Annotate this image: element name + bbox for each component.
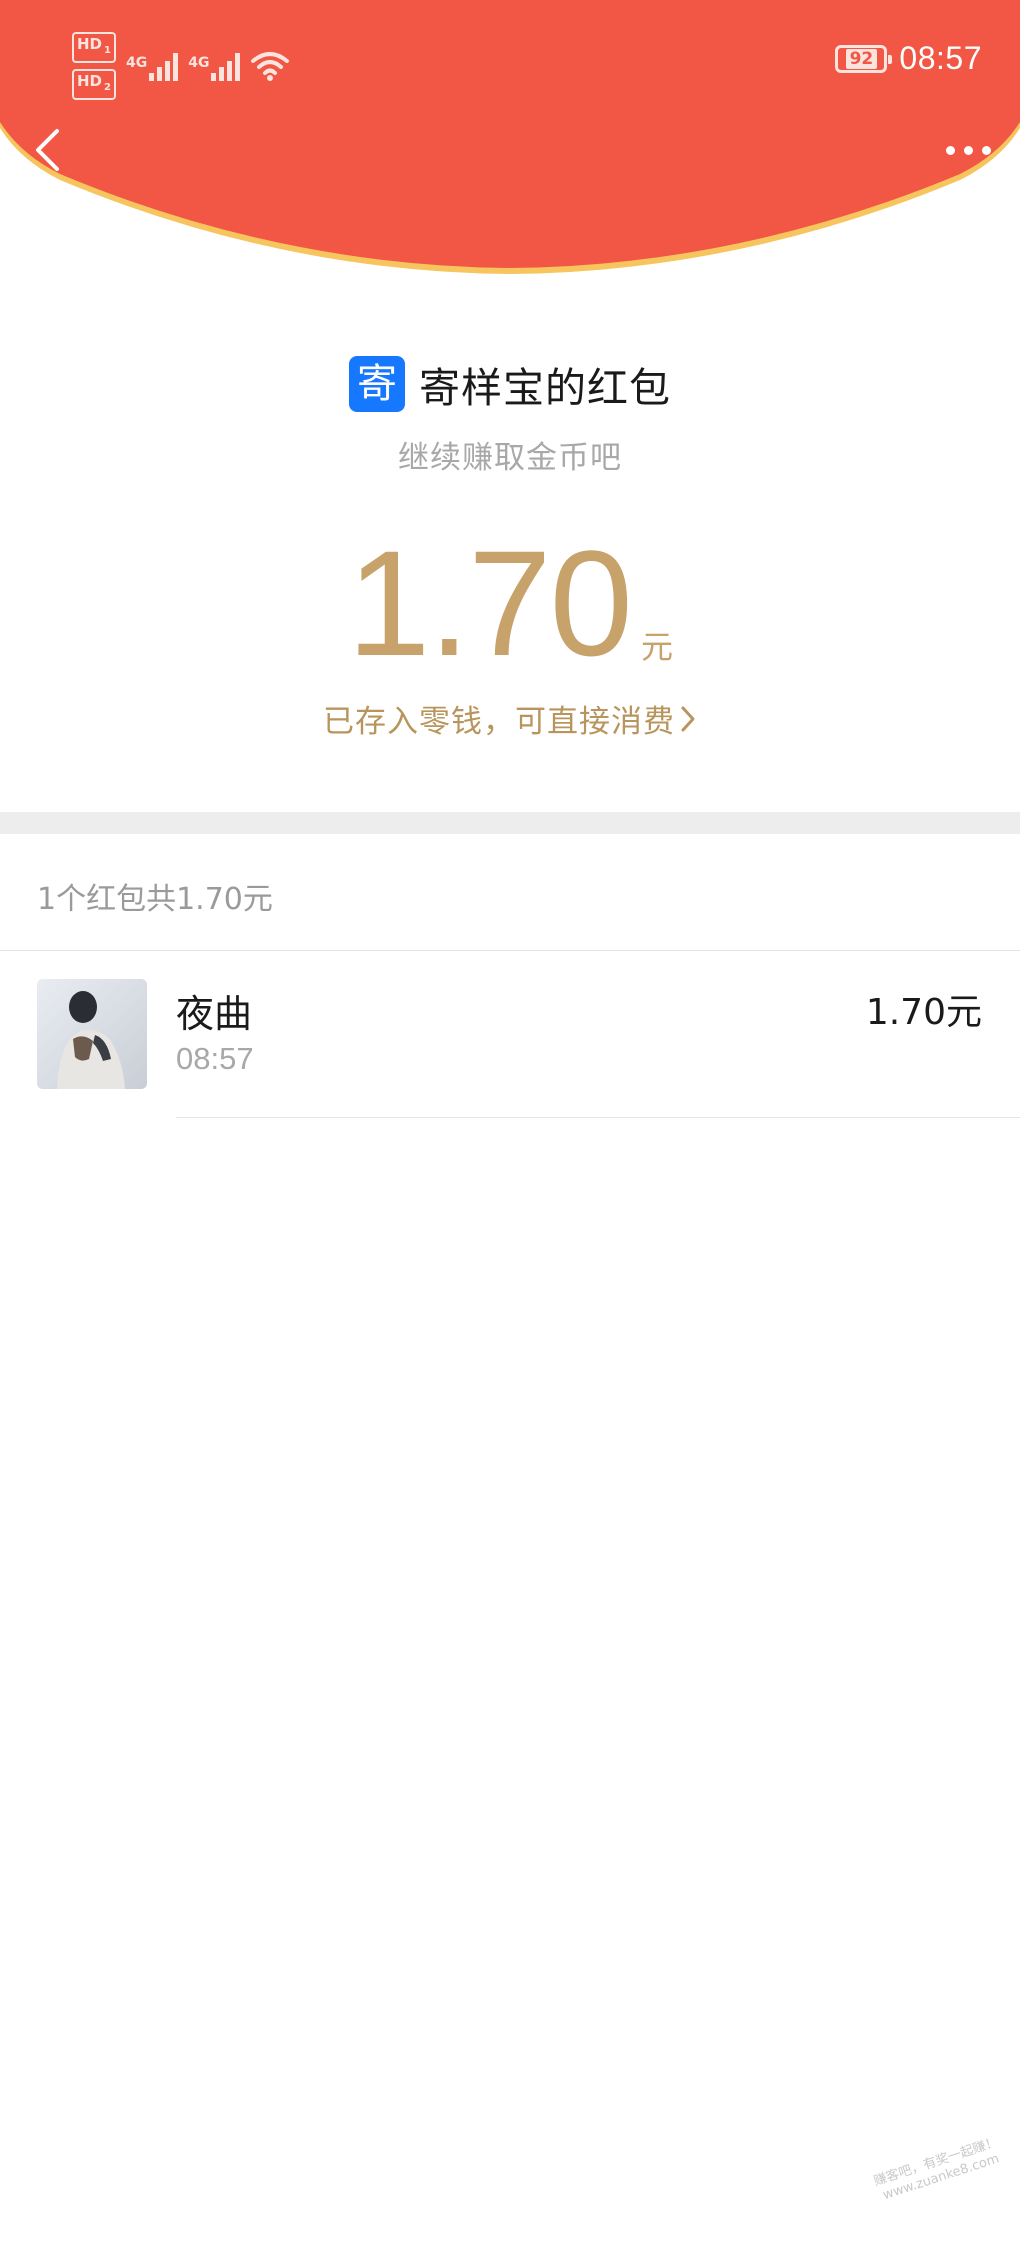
wallet-link-text: 已存入零钱，可直接消费 bbox=[323, 704, 675, 740]
status-clock: 08:57 bbox=[899, 40, 982, 76]
chevron-right-icon bbox=[681, 706, 695, 731]
signal-indicators: HD 1 HD 2 4G 4G bbox=[72, 32, 290, 100]
more-dots-icon bbox=[963, 145, 973, 155]
back-button[interactable] bbox=[18, 120, 78, 180]
records-summary: 1个红包共1.70元 bbox=[37, 882, 273, 917]
more-dots-icon bbox=[981, 145, 991, 155]
sim1-signal-bars-icon bbox=[149, 51, 179, 81]
envelope-title-row: 寄 寄样宝的红包 bbox=[0, 354, 1020, 414]
wallet-link[interactable]: 已存入零钱，可直接消费 bbox=[0, 696, 1020, 741]
app-logo-icon: 寄 bbox=[349, 356, 405, 412]
list-item[interactable]: 夜曲 08:57 1.70元 bbox=[0, 951, 1020, 1119]
record-time: 08:57 bbox=[176, 1041, 254, 1076]
battery-icon: 92 bbox=[835, 44, 893, 73]
hd-indicators: HD 1 HD 2 bbox=[72, 32, 116, 100]
more-dots-icon bbox=[945, 145, 955, 155]
chevron-left-icon bbox=[36, 129, 59, 171]
record-amount: 1.70元 bbox=[865, 992, 982, 1033]
amount-unit: 元 bbox=[640, 628, 673, 666]
wifi-icon bbox=[250, 50, 290, 82]
sim2-signal-bars-icon bbox=[211, 51, 241, 81]
status-right: 92 08:57 bbox=[835, 40, 982, 77]
more-options-button[interactable] bbox=[938, 128, 998, 172]
amount-row: 1.70 元 bbox=[0, 528, 1020, 678]
sim2-network-label: 4G bbox=[188, 55, 210, 71]
sim1-network-label: 4G bbox=[125, 55, 148, 71]
sim1-signal: 4G bbox=[125, 51, 179, 81]
avatar bbox=[37, 979, 147, 1089]
avatar-image bbox=[37, 979, 147, 1089]
watermark: 赚客吧，有奖一起赚！ www.zuanke8.com bbox=[872, 2135, 1006, 2206]
battery-level: 92 bbox=[845, 48, 878, 69]
hd2-badge: HD 2 bbox=[72, 69, 116, 100]
section-divider bbox=[0, 812, 1020, 834]
envelope-title: 寄样宝的红包 bbox=[419, 364, 671, 412]
envelope-subtitle: 继续赚取金币吧 bbox=[398, 440, 622, 476]
hd1-badge: HD 1 bbox=[72, 32, 116, 63]
received-amount: 1.70 bbox=[347, 519, 633, 687]
record-sender-name: 夜曲 bbox=[176, 992, 253, 1036]
status-bar: HD 1 HD 2 4G 4G 92 08:57 bbox=[0, 0, 1020, 120]
sim2-signal: 4G bbox=[188, 51, 241, 81]
separator bbox=[176, 1117, 1020, 1118]
app-logo-char: 寄 bbox=[357, 361, 397, 407]
